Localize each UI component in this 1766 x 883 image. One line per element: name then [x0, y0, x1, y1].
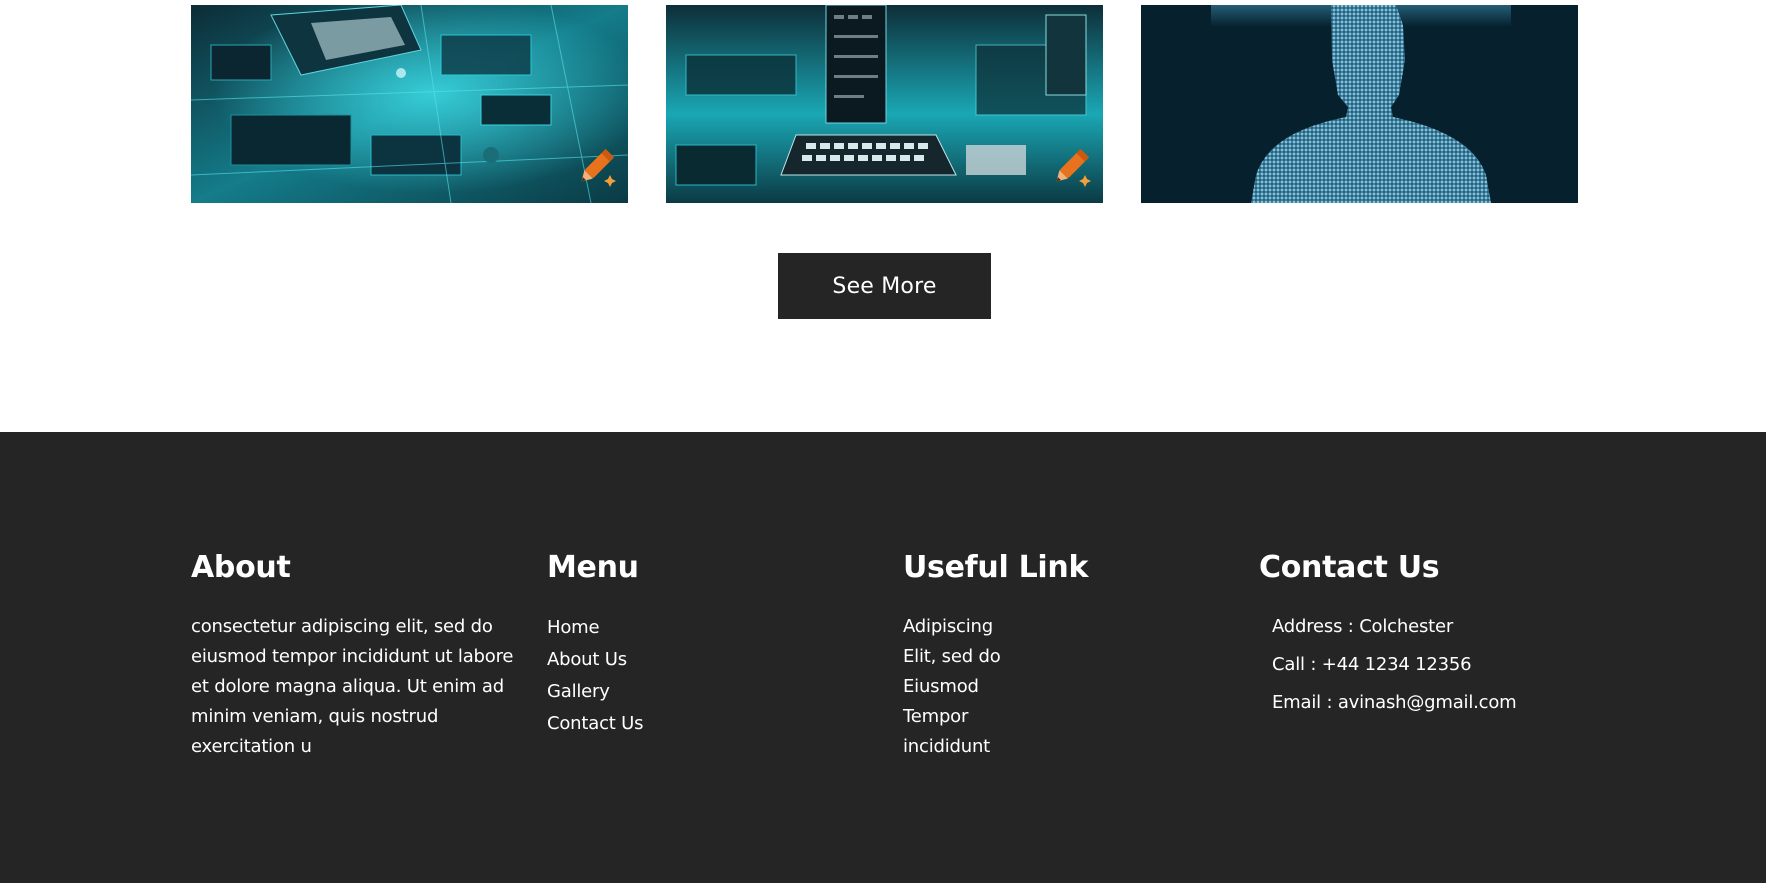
footer: About consectetur adipiscing elit, sed d…: [0, 432, 1766, 883]
digital-human-image: [1141, 5, 1578, 203]
footer-about-text: consectetur adipiscing elit, sed do eius…: [191, 616, 514, 757]
footer-menu-link-home[interactable]: Home: [547, 612, 643, 644]
pencil-icon[interactable]: [572, 145, 618, 191]
gallery-card-workstation[interactable]: [666, 5, 1103, 203]
footer-menu-column: Menu Home About Us Gallery Contact Us: [547, 550, 644, 740]
useful-link-item[interactable]: Eiusmod: [903, 672, 1088, 702]
gallery-card-circuit-board[interactable]: [191, 5, 628, 203]
useful-link-item[interactable]: Adipiscing: [903, 612, 1088, 642]
contact-email[interactable]: Email : avinash@gmail.com: [1272, 684, 1517, 722]
footer-useful-links-heading: Useful Link: [903, 550, 1089, 585]
footer-menu-link-contact-us[interactable]: Contact Us: [547, 708, 644, 740]
footer-menu-link-about-us[interactable]: About Us: [547, 644, 643, 676]
gallery-card-digital-human[interactable]: [1141, 5, 1578, 203]
see-more-button[interactable]: See More: [778, 253, 991, 319]
footer-menu-heading: Menu: [547, 550, 639, 585]
workstation-image: [666, 5, 1103, 203]
useful-link-item[interactable]: incididunt: [903, 732, 1088, 762]
footer-contact-list: Address : Colchester Call : +44 1234 123…: [1259, 612, 1517, 722]
footer-menu-link-gallery[interactable]: Gallery: [547, 676, 643, 708]
contact-phone[interactable]: Call : +44 1234 12356: [1272, 646, 1517, 684]
footer-contact-column: Contact Us Address : Colchester Call : +…: [1259, 550, 1517, 722]
circuit-board-image: [191, 5, 628, 203]
pencil-icon[interactable]: [1047, 145, 1093, 191]
useful-link-item[interactable]: Tempor: [903, 702, 1088, 732]
footer-about-heading: About: [191, 550, 291, 585]
footer-useful-links-list: Adipiscing Elit, sed do Eiusmod Tempor i…: [903, 612, 1088, 762]
contact-address: Address : Colchester: [1272, 616, 1454, 637]
gallery-section: See More: [0, 0, 1766, 432]
footer-contact-heading: Contact Us: [1259, 550, 1440, 585]
footer-menu-list: Home About Us Gallery Contact Us: [547, 612, 644, 740]
useful-link-item[interactable]: Elit, sed do: [903, 642, 1088, 672]
footer-about-column: About consectetur adipiscing elit, sed d…: [191, 550, 521, 762]
footer-useful-links-column: Useful Link Adipiscing Elit, sed do Eius…: [903, 550, 1088, 762]
